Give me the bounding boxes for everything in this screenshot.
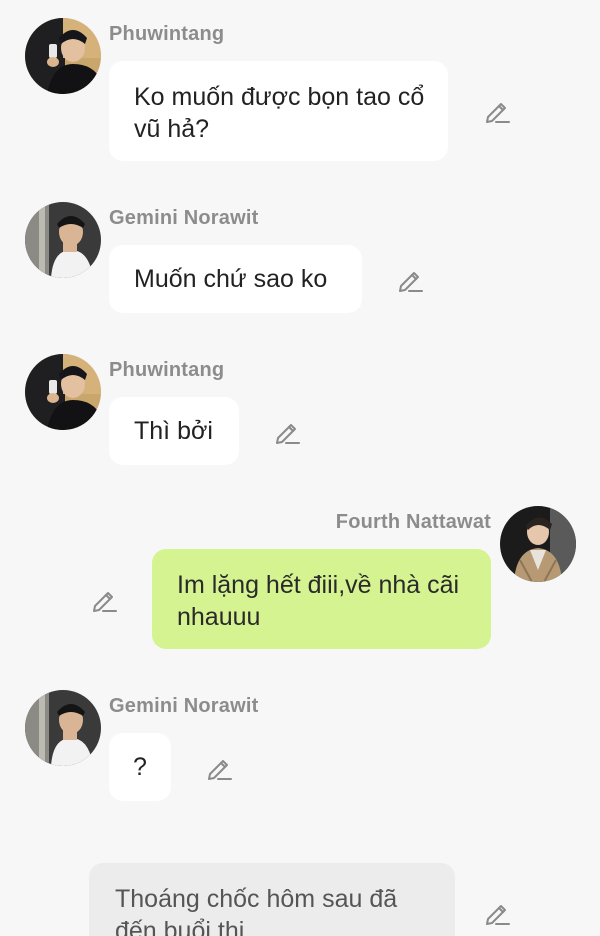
message-text: Thoáng chốc hôm sau đã đến buổi thi: [115, 885, 398, 936]
sender-name: Gemini Norawit: [109, 207, 259, 229]
pencil-icon[interactable]: [396, 266, 424, 294]
message-text: Im lặng hết điii,về nhà cãi nhauuu: [177, 571, 460, 631]
pencil-icon[interactable]: [273, 418, 301, 446]
avatar-fourth[interactable]: [500, 506, 576, 582]
sender-name: Phuwintang: [109, 23, 225, 45]
message-text: ?: [133, 753, 147, 781]
avatar-gemini[interactable]: [25, 690, 101, 766]
pencil-icon[interactable]: [205, 754, 233, 782]
message-text: Thì bởi: [134, 417, 213, 445]
message-bubble[interactable]: Ko muốn được bọn tao cổ vũ hả?: [109, 61, 448, 161]
pencil-icon[interactable]: [90, 586, 118, 614]
pencil-icon[interactable]: [483, 97, 511, 125]
message-bubble[interactable]: Muốn chứ sao ko: [109, 245, 362, 313]
narration-bubble[interactable]: Thoáng chốc hôm sau đã đến buổi thi: [89, 863, 455, 936]
message-bubble[interactable]: Im lặng hết điii,về nhà cãi nhauuu: [152, 549, 491, 649]
pencil-icon[interactable]: [483, 899, 511, 927]
message-text: Muốn chứ sao ko: [134, 265, 328, 293]
message-bubble[interactable]: ?: [109, 733, 171, 801]
avatar-phuwintang[interactable]: [25, 354, 101, 430]
sender-name: Gemini Norawit: [109, 695, 259, 717]
avatar-phuwintang[interactable]: [25, 18, 101, 94]
message-bubble[interactable]: Thì bởi: [109, 397, 239, 465]
sender-name: Fourth Nattawat: [335, 511, 491, 533]
sender-name: Phuwintang: [109, 359, 225, 381]
avatar-gemini[interactable]: [25, 202, 101, 278]
message-text: Ko muốn được bọn tao cổ vũ hả?: [134, 83, 425, 143]
chat-thread[interactable]: Phuwintang Ko muốn được bọn tao cổ vũ hả…: [0, 0, 600, 936]
